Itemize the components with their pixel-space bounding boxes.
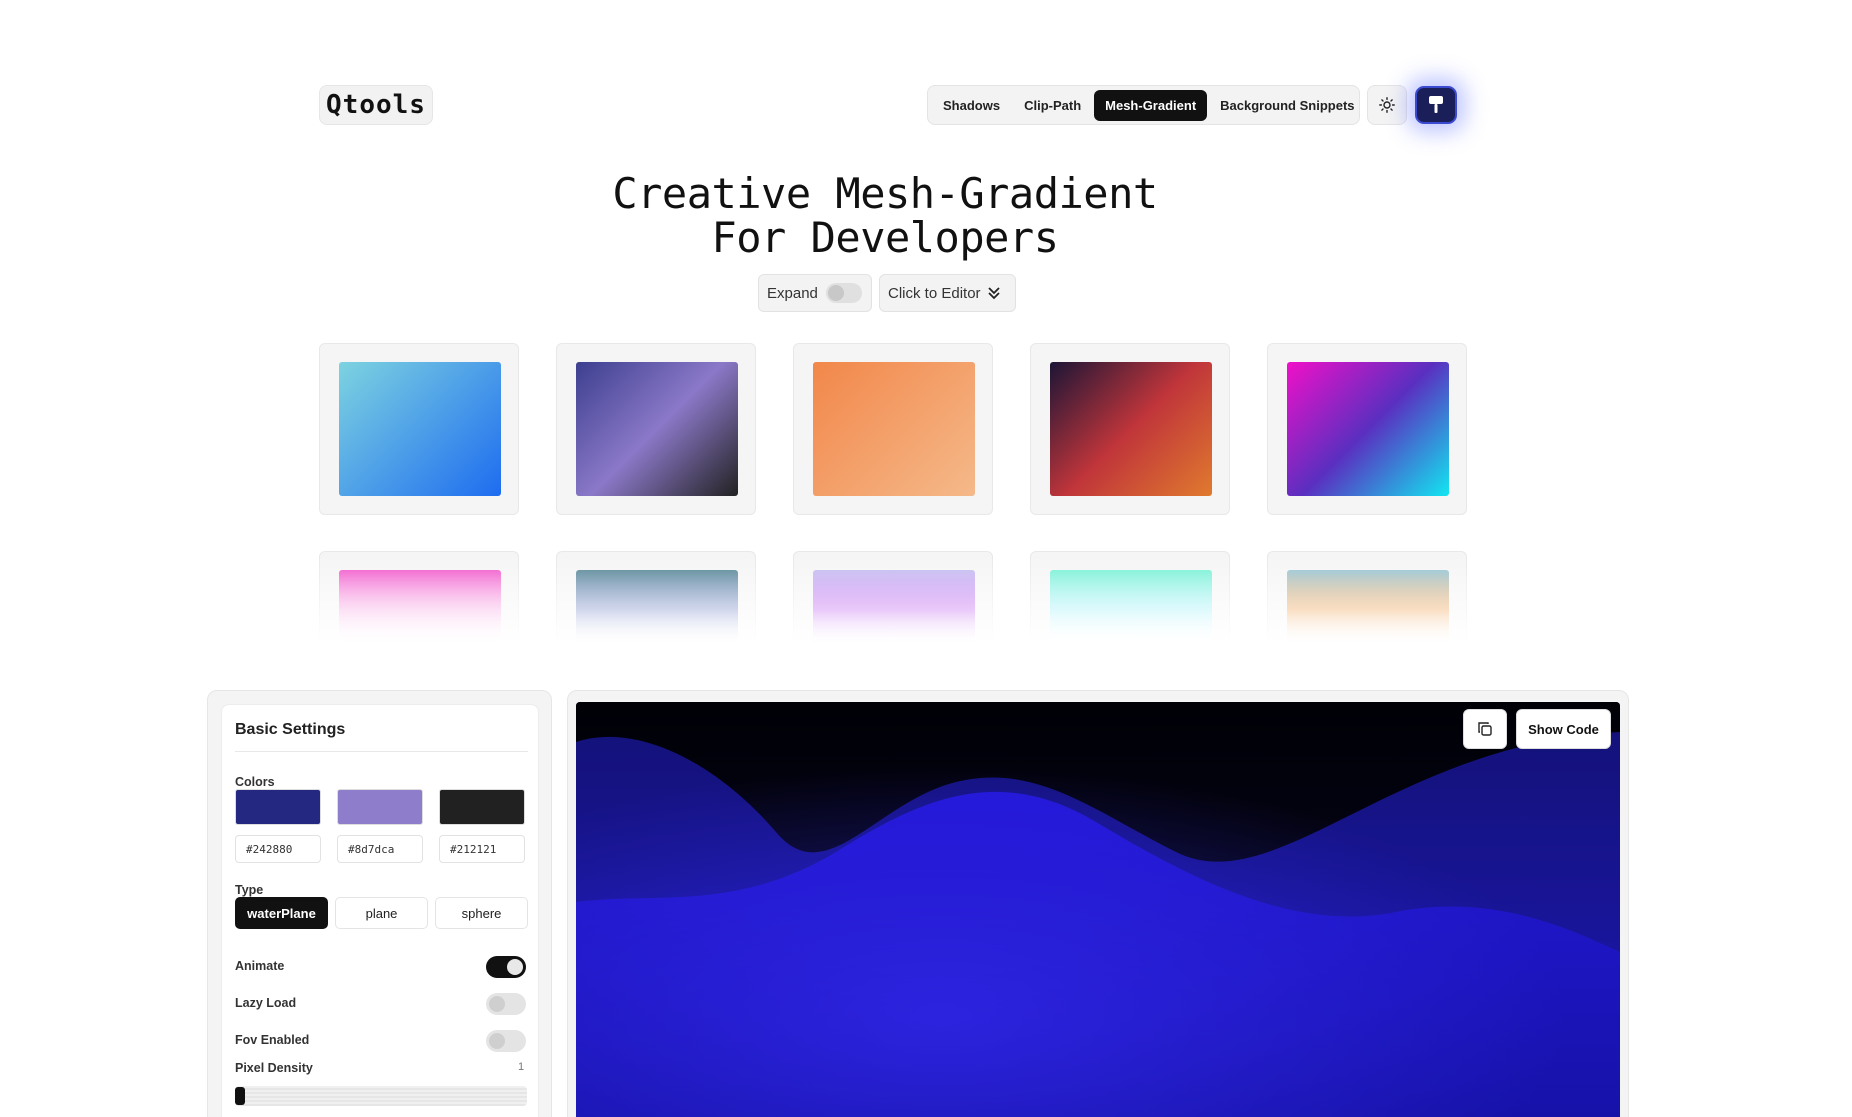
settings-title: Basic Settings — [235, 721, 346, 738]
expand-label: Expand — [767, 284, 818, 302]
gradient-card[interactable] — [556, 343, 756, 515]
mesh-gradient-canvas — [576, 702, 1620, 1117]
animate-toggle[interactable] — [486, 956, 526, 978]
gradient-swatch — [813, 362, 975, 496]
gradient-card[interactable] — [556, 551, 756, 651]
editor-label: Click to Editor — [888, 284, 981, 302]
copy-icon — [1478, 722, 1492, 736]
type-label: Type — [235, 883, 264, 897]
color-swatch-1[interactable] — [235, 789, 321, 825]
settings-panel: Basic Settings Colors #242880 #8d7dca #2… — [221, 704, 539, 1117]
lazy-load-label: Lazy Load — [235, 996, 297, 1010]
click-to-editor-button[interactable]: Click to Editor — [879, 274, 1016, 312]
nav-item-clip-path[interactable]: Clip-Path — [1013, 90, 1092, 121]
gradient-card[interactable] — [319, 343, 519, 515]
type-plane-button[interactable]: plane — [335, 897, 428, 929]
theme-toggle-button[interactable] — [1367, 85, 1407, 125]
color-swatch-3[interactable] — [439, 789, 525, 825]
gradient-card[interactable] — [319, 551, 519, 651]
gradient-swatch — [339, 570, 501, 650]
expand-switch[interactable] — [825, 283, 862, 303]
gradient-swatch — [813, 570, 975, 650]
gradient-card[interactable] — [1030, 551, 1230, 651]
colors-label: Colors — [235, 775, 275, 789]
paint-brush-icon — [1429, 96, 1443, 113]
gradient-card[interactable] — [1030, 343, 1230, 515]
gradient-swatch — [1287, 570, 1449, 650]
lazy-load-toggle[interactable] — [486, 993, 526, 1015]
slider-handle[interactable] — [235, 1087, 245, 1105]
pixel-density-slider[interactable] — [235, 1086, 527, 1106]
gradient-swatch — [1287, 362, 1449, 496]
gradient-swatch — [1050, 570, 1212, 650]
expand-toggle[interactable]: Expand — [758, 274, 872, 312]
gradient-swatch — [339, 362, 501, 496]
gradient-card[interactable] — [793, 551, 993, 651]
double-chevron-down-icon — [987, 287, 1000, 300]
color-hex-input-3[interactable]: #212121 — [439, 835, 525, 863]
divider — [235, 751, 528, 752]
hero-title-line-1: Creative Mesh-Gradient — [612, 169, 1158, 218]
show-code-button[interactable]: Show Code — [1516, 709, 1611, 749]
fov-enabled-label: Fov Enabled — [235, 1033, 310, 1047]
sun-icon — [1379, 97, 1395, 113]
logo-text: Qtools — [326, 90, 426, 120]
pixel-density-label: Pixel Density — [235, 1061, 313, 1075]
gradient-card[interactable] — [1267, 343, 1467, 515]
color-hex-input-2[interactable]: #8d7dca — [337, 835, 423, 863]
hero: Creative Mesh-Gradient For Developers — [0, 172, 1770, 260]
gradient-card[interactable] — [1267, 551, 1467, 651]
type-waterplane-button[interactable]: waterPlane — [235, 897, 328, 929]
top-nav: Shadows Clip-Path Mesh-Gradient Backgrou… — [927, 85, 1360, 125]
fov-enabled-toggle[interactable] — [486, 1030, 526, 1052]
nav-item-mesh-gradient[interactable]: Mesh-Gradient — [1094, 89, 1208, 121]
gradient-swatch — [576, 570, 738, 650]
mesh-gradient-preview[interactable] — [576, 702, 1620, 1117]
gradient-card[interactable] — [793, 343, 993, 515]
hero-title-line-2: For Developers — [711, 213, 1059, 262]
logo[interactable]: Qtools — [319, 85, 433, 125]
color-swatch-2[interactable] — [337, 789, 423, 825]
nav-item-shadows[interactable]: Shadows — [932, 90, 1011, 121]
brush-button[interactable] — [1415, 86, 1457, 124]
nav-item-background-snippets[interactable]: Background Snippets — [1209, 90, 1365, 121]
pixel-density-value: 1 — [518, 1061, 525, 1073]
gradient-swatch — [576, 362, 738, 496]
type-sphere-button[interactable]: sphere — [435, 897, 528, 929]
gradient-swatch — [1050, 362, 1212, 496]
color-hex-input-1[interactable]: #242880 — [235, 835, 321, 863]
animate-label: Animate — [235, 959, 285, 973]
copy-button[interactable] — [1463, 709, 1507, 749]
